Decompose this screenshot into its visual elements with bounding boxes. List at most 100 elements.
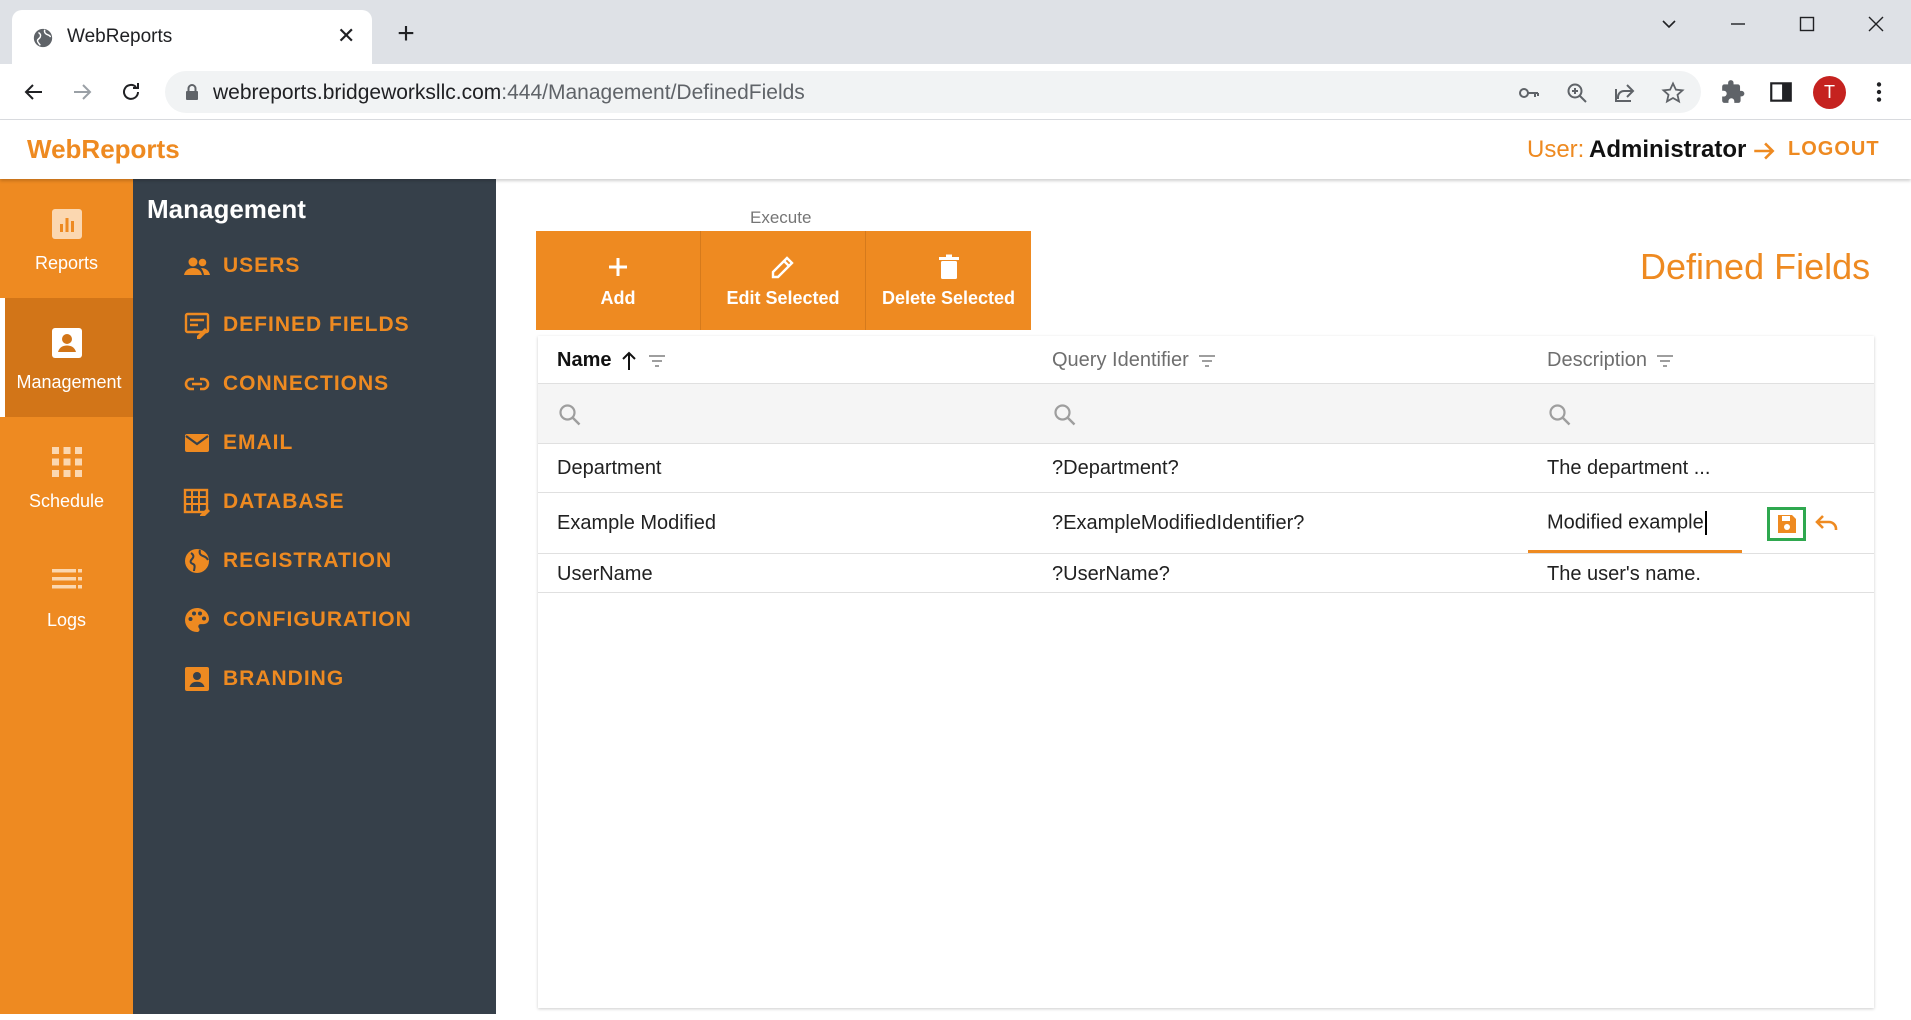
new-tab-button[interactable]: + <box>392 19 420 49</box>
profile-avatar[interactable]: T <box>1813 76 1846 109</box>
rail-item-management[interactable]: Management <box>0 298 133 417</box>
delete-selected-label: Delete Selected <box>881 288 1016 308</box>
grid-icon <box>52 447 82 477</box>
search-icon[interactable] <box>557 402 583 428</box>
page-title: Defined Fields <box>1640 246 1871 287</box>
maximize-button[interactable] <box>1783 8 1831 40</box>
description-edit-input[interactable]: Modified example <box>1528 493 1742 553</box>
back-button[interactable] <box>19 77 49 107</box>
bookmark-star-icon[interactable] <box>1661 81 1685 105</box>
palette-icon <box>185 608 209 632</box>
close-window-button[interactable] <box>1852 8 1900 40</box>
table-row-editing[interactable]: Example Modified ?ExampleModifiedIdentif… <box>538 493 1874 554</box>
management-sidebar: Management USERS DEFINED FIELDS CONNECTI… <box>133 179 496 1014</box>
cell-description: The user's name. <box>1547 563 1701 585</box>
tab-close-icon[interactable]: ✕ <box>337 23 355 49</box>
address-bar-row: webreports.bridgeworksllc.com:444/Manage… <box>0 64 1911 120</box>
add-button[interactable]: Add <box>536 231 701 330</box>
rail-item-logs[interactable]: Logs <box>0 536 133 655</box>
sidebar-item-configuration[interactable]: CONFIGURATION <box>183 600 412 640</box>
search-icon[interactable] <box>1547 402 1573 428</box>
cell-description: The department ... <box>1547 457 1711 479</box>
filter-menu-icon[interactable] <box>1197 353 1217 369</box>
sidebar-item-branding[interactable]: BRANDING <box>183 659 344 699</box>
sidebar-item-registration[interactable]: REGISTRATION <box>183 541 392 581</box>
side-panel-icon[interactable] <box>1768 79 1794 105</box>
sidebar-item-label: CONNECTIONS <box>223 372 390 395</box>
logout-button[interactable]: LOGOUT <box>1788 138 1880 161</box>
trash-icon <box>938 254 959 279</box>
sort-ascending-icon[interactable] <box>619 350 639 372</box>
users-icon <box>184 257 210 275</box>
user-label: User: <box>1527 136 1585 163</box>
sidebar-item-label: DATABASE <box>223 490 345 513</box>
table-row[interactable]: Department ?Department? The department .… <box>538 444 1874 493</box>
more-menu-icon[interactable] <box>1866 79 1892 105</box>
grid-header-row: Name Query Identifier Description <box>538 336 1874 384</box>
browser-tab[interactable]: WebReports ✕ <box>12 10 372 64</box>
filter-menu-icon[interactable] <box>647 353 667 369</box>
sidebar-item-label: REGISTRATION <box>223 549 393 572</box>
column-header-description[interactable]: Description <box>1547 349 1675 372</box>
sidebar-item-connections[interactable]: CONNECTIONS <box>183 364 389 404</box>
filter-menu-icon[interactable] <box>1655 353 1675 369</box>
rail-item-schedule[interactable]: Schedule <box>0 417 133 536</box>
sidebar-item-label: CONFIGURATION <box>223 608 412 631</box>
rail-label: Schedule <box>28 491 105 511</box>
save-icon <box>1777 515 1796 533</box>
toolbar-group-label: Execute <box>750 208 812 227</box>
sidebar-title: Management <box>147 194 306 224</box>
cell-query-identifier: ?ExampleModifiedIdentifier? <box>1052 512 1305 534</box>
tab-search-icon[interactable] <box>1645 8 1693 40</box>
brand-logo[interactable]: WebReports <box>27 134 180 165</box>
sidebar-item-defined-fields[interactable]: DEFINED FIELDS <box>183 305 410 345</box>
rail-label: Reports <box>34 253 99 273</box>
description-edit-value: Modified example <box>1547 511 1707 535</box>
text-caret <box>1704 511 1707 535</box>
delete-selected-button[interactable]: Delete Selected <box>866 231 1031 330</box>
save-button[interactable] <box>1767 507 1806 541</box>
bar-chart-icon <box>52 209 82 239</box>
cell-name: UserName <box>557 563 653 585</box>
user-name: Administrator <box>1589 136 1747 163</box>
key-icon[interactable] <box>1517 81 1541 105</box>
logout-arrow-icon[interactable] <box>1751 138 1777 164</box>
share-icon[interactable] <box>1613 81 1637 105</box>
cell-name: Department <box>557 457 662 479</box>
list-icon <box>52 569 82 589</box>
column-header-label: Query Identifier <box>1052 349 1189 371</box>
sidebar-item-email[interactable]: EMAIL <box>183 423 293 463</box>
pencil-icon <box>771 256 794 279</box>
reload-button[interactable] <box>116 77 146 107</box>
minimize-button[interactable] <box>1714 8 1762 40</box>
cell-name: Example Modified <box>557 512 716 534</box>
cancel-edit-button[interactable] <box>1812 509 1842 539</box>
badge-icon <box>185 667 209 691</box>
browser-titlebar: WebReports ✕ + <box>0 0 1911 64</box>
globe-icon <box>185 549 209 573</box>
lock-icon <box>186 84 198 100</box>
app-header: WebReports User: Administrator LOGOUT <box>0 120 1911 179</box>
zoom-icon[interactable] <box>1565 81 1589 105</box>
search-icon[interactable] <box>1052 402 1078 428</box>
edit-selected-button[interactable]: Edit Selected <box>701 231 866 330</box>
link-icon <box>184 377 210 391</box>
rail-label: Logs <box>46 610 87 630</box>
sidebar-item-label: EMAIL <box>223 431 294 454</box>
undo-icon <box>1815 515 1838 530</box>
column-header-query-identifier[interactable]: Query Identifier <box>1052 349 1217 372</box>
extensions-icon[interactable] <box>1720 79 1746 105</box>
omnibox[interactable]: webreports.bridgeworksllc.com:444/Manage… <box>165 71 1701 113</box>
sidebar-item-database[interactable]: DATABASE <box>183 482 345 522</box>
plus-icon <box>609 258 627 276</box>
tab-title: WebReports <box>67 26 173 47</box>
url-text[interactable]: webreports.bridgeworksllc.com:444/Manage… <box>213 81 805 105</box>
column-header-label: Description <box>1547 349 1648 371</box>
column-header-name[interactable]: Name <box>557 349 667 372</box>
rail-item-reports[interactable]: Reports <box>0 179 133 298</box>
add-button-label: Add <box>600 288 636 308</box>
sidebar-item-users[interactable]: USERS <box>183 246 300 286</box>
table-row[interactable]: UserName ?UserName? The user's name. <box>538 554 1874 593</box>
forward-button[interactable] <box>67 77 97 107</box>
sidebar-item-label: USERS <box>223 254 301 277</box>
